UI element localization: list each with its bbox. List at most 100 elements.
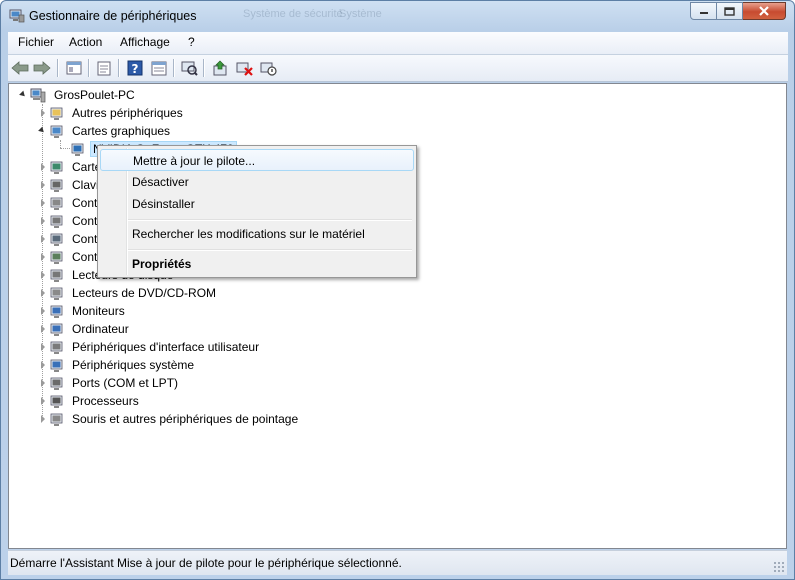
tree-node-label: Ports (COM et LPT) (72, 376, 179, 390)
expand-arrow-icon[interactable] (41, 235, 45, 243)
minimize-button[interactable] (690, 2, 717, 20)
tree-node-label: Lecteurs de DVD/CD-ROM (72, 286, 217, 300)
window-frame: Gestionnaire de périphériques Système de… (0, 0, 795, 580)
context-menu-separator (128, 219, 412, 220)
uninstall-icon (236, 62, 253, 76)
context-menu-scan-hardware[interactable]: Rechercher les modifications sur le maté… (100, 223, 414, 245)
expand-arrow-icon[interactable] (19, 90, 27, 99)
expand-arrow-icon[interactable] (41, 379, 45, 387)
close-button[interactable] (743, 2, 786, 20)
device-category-icon (50, 179, 63, 192)
collapse-arrow-icon[interactable] (38, 126, 46, 135)
device-category-icon (71, 143, 84, 156)
computer-icon (30, 88, 46, 103)
toolbar-separator (88, 59, 89, 77)
context-menu-label: Mettre à jour le pilote... (133, 154, 256, 168)
context-menu-uninstall[interactable]: Désinstaller (100, 193, 414, 215)
console-tree-icon (66, 61, 82, 75)
maximize-button[interactable] (717, 2, 743, 20)
expand-arrow-icon[interactable] (41, 307, 45, 315)
device-category-icon (50, 377, 63, 390)
context-menu-separator (128, 249, 412, 250)
expand-arrow-icon[interactable] (41, 109, 45, 117)
context-menu-label: Désactiver (132, 175, 189, 189)
expand-arrow-icon[interactable] (41, 199, 45, 207)
forward-button[interactable] (32, 58, 52, 78)
tree-category-node[interactable]: Périphériques système (9, 356, 409, 374)
back-button[interactable] (10, 58, 30, 78)
resize-grip-icon[interactable] (773, 561, 785, 573)
expand-arrow-icon[interactable] (41, 325, 45, 333)
menu-affichage[interactable]: Affichage (120, 35, 170, 49)
forward-arrow-icon (33, 61, 51, 75)
expand-arrow-icon[interactable] (41, 397, 45, 405)
context-menu: Mettre à jour le pilote... Désactiver Dé… (97, 145, 417, 278)
device-category-icon (50, 323, 63, 336)
expand-arrow-icon[interactable] (41, 253, 45, 261)
tree-category-node[interactable]: Moniteurs (9, 302, 409, 320)
device-category-icon (50, 413, 63, 426)
scan-hardware-button[interactable] (179, 58, 199, 78)
expand-arrow-icon[interactable] (41, 415, 45, 423)
scan-hardware-icon (181, 61, 198, 76)
device-category-icon (50, 287, 63, 300)
device-category-icon (50, 215, 63, 228)
tree-root-node[interactable]: GrosPoulet-PC (9, 86, 309, 104)
tree-category-node[interactable]: Périphériques d'interface utilisateur (9, 338, 409, 356)
back-arrow-icon (11, 61, 29, 75)
device-category-icon (50, 251, 63, 264)
tree-node-label: Périphériques système (72, 358, 195, 372)
context-menu-update-driver[interactable]: Mettre à jour le pilote... (100, 149, 414, 171)
context-menu-label: Rechercher les modifications sur le maté… (132, 227, 365, 241)
tree-category-node[interactable]: Processeurs (9, 392, 409, 410)
help-icon: ? (127, 60, 143, 76)
tree-node-label: Périphériques d'interface utilisateur (72, 340, 260, 354)
tree-category-node[interactable]: Ordinateur (9, 320, 409, 338)
view-button[interactable] (149, 58, 169, 78)
device-category-icon (50, 107, 63, 120)
expand-arrow-icon[interactable] (41, 271, 45, 279)
background-window-ghost-text: Système (339, 8, 382, 20)
background-window-ghost-text: Système de sécurité (243, 8, 343, 20)
menu-action[interactable]: Action (69, 35, 102, 49)
menu-fichier[interactable]: Fichier (18, 35, 54, 49)
properties-button[interactable] (94, 58, 114, 78)
uninstall-button[interactable] (234, 58, 254, 78)
maximize-icon (724, 6, 735, 16)
title-bar[interactable]: Gestionnaire de périphériques Système de… (1, 1, 794, 31)
properties-icon (97, 61, 111, 75)
device-category-icon (50, 197, 63, 210)
disable-icon (260, 62, 277, 76)
tree-category-node[interactable]: Souris et autres périphériques de pointa… (9, 410, 409, 428)
tree-root-label: GrosPoulet-PC (54, 88, 135, 102)
disable-button[interactable] (258, 58, 278, 78)
context-menu-properties[interactable]: Propriétés (100, 253, 414, 275)
expand-arrow-icon[interactable] (41, 343, 45, 351)
view-icon (151, 61, 167, 75)
expand-arrow-icon[interactable] (41, 163, 45, 171)
tree-node-label: Ordinateur (72, 322, 129, 336)
context-menu-label: Propriétés (132, 257, 192, 271)
tree-node-label: Processeurs (72, 394, 139, 408)
tree-category-node[interactable]: Lecteurs de DVD/CD-ROM (9, 284, 409, 302)
tree-category-node[interactable]: Autres périphériques (9, 104, 409, 122)
tree-category-node[interactable]: Cartes graphiques (9, 122, 409, 140)
tree-category-node[interactable]: Ports (COM et LPT) (9, 374, 409, 392)
device-category-icon (50, 359, 63, 372)
svg-text:?: ? (132, 62, 139, 76)
expand-arrow-icon[interactable] (41, 181, 45, 189)
tree-node-label: Autres périphériques (72, 106, 183, 120)
help-button[interactable]: ? (125, 58, 145, 78)
context-menu-disable[interactable]: Désactiver (100, 171, 414, 193)
expand-arrow-icon[interactable] (41, 289, 45, 297)
device-manager-icon (9, 9, 25, 23)
menu-help[interactable]: ? (188, 35, 195, 49)
console-tree-button[interactable] (64, 58, 84, 78)
context-menu-label: Désinstaller (132, 197, 195, 211)
expand-arrow-icon[interactable] (41, 217, 45, 225)
tree-node-label: Cartes graphiques (72, 124, 171, 138)
expand-arrow-icon[interactable] (41, 361, 45, 369)
status-bar: Démarre l'Assistant Mise à jour de pilot… (8, 550, 787, 575)
toolbar-separator (203, 59, 204, 77)
update-driver-button[interactable] (210, 58, 230, 78)
